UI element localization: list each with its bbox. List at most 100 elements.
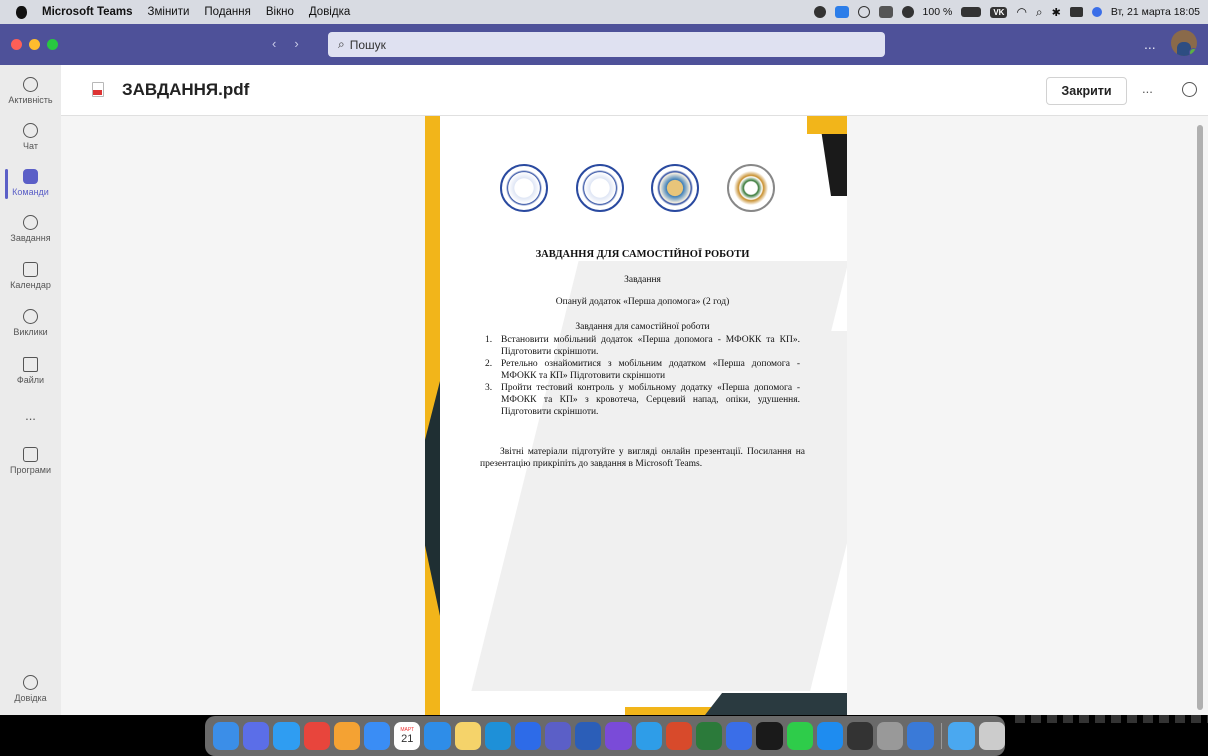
rail-item-activity[interactable]: Активність bbox=[0, 77, 61, 105]
app-icon[interactable] bbox=[635, 722, 662, 750]
telegram-icon[interactable] bbox=[424, 722, 451, 750]
notes-icon[interactable] bbox=[454, 722, 481, 750]
rail-label: Файли bbox=[16, 375, 45, 385]
bluetooth-icon[interactable]: ✱ bbox=[1052, 6, 1061, 19]
keyboard-layout[interactable]: VK bbox=[990, 6, 1008, 18]
safari-icon[interactable] bbox=[273, 722, 300, 750]
file-icon bbox=[23, 357, 38, 372]
rail-item-chat[interactable]: Чат bbox=[0, 123, 61, 151]
rail-item-teams[interactable]: Команди bbox=[0, 169, 61, 199]
status-blue-icon[interactable] bbox=[834, 6, 849, 18]
rail-item-assignments[interactable]: Завдання bbox=[0, 215, 61, 243]
pdf-file-icon bbox=[92, 82, 104, 97]
app-icon[interactable] bbox=[756, 722, 783, 750]
downloads-folder-icon[interactable] bbox=[948, 722, 975, 750]
rail-label: Довідка bbox=[14, 693, 47, 703]
scrollbar[interactable] bbox=[1197, 125, 1203, 710]
page-decoration bbox=[705, 693, 847, 715]
apple-icon[interactable] bbox=[16, 5, 27, 19]
university-seal-logo bbox=[500, 164, 548, 212]
battery-icon[interactable] bbox=[961, 7, 982, 17]
page-decoration bbox=[625, 707, 715, 715]
bell-icon bbox=[23, 77, 38, 92]
pdf-page: ЗАВДАННЯ ДЛЯ САМОСТІЙНОЇ РОБОТИ Завдання… bbox=[425, 116, 847, 715]
app-store-icon[interactable] bbox=[816, 722, 843, 750]
launchpad-icon[interactable] bbox=[243, 722, 270, 750]
word-icon[interactable] bbox=[575, 722, 602, 750]
chrome-icon[interactable] bbox=[303, 722, 330, 750]
phone-icon bbox=[23, 309, 38, 324]
menu-window[interactable]: Вікно bbox=[266, 6, 294, 18]
rail-item-files[interactable]: Файли bbox=[0, 357, 61, 385]
control-center-icon[interactable] bbox=[1069, 7, 1083, 17]
rail-item-more[interactable]: ... bbox=[0, 408, 61, 423]
siri-icon[interactable] bbox=[1091, 7, 1102, 17]
search-input[interactable]: ⌕ Пошук bbox=[328, 32, 885, 57]
maps-icon[interactable] bbox=[484, 722, 511, 750]
conversation-icon[interactable] bbox=[1182, 82, 1197, 97]
search-icon[interactable]: ⌕ bbox=[1036, 5, 1043, 20]
rail-item-calendar[interactable]: Календар bbox=[0, 262, 61, 290]
help-icon bbox=[23, 675, 38, 690]
back-arrow-icon[interactable]: ‹ bbox=[272, 36, 276, 51]
rail-label: Активність bbox=[8, 95, 53, 105]
menu-edit[interactable]: Змінити bbox=[148, 6, 190, 18]
more-options-icon[interactable]: ... bbox=[1144, 36, 1156, 52]
calculator-icon[interactable] bbox=[846, 722, 874, 750]
close-button[interactable]: Закрити bbox=[1046, 77, 1127, 105]
task-list: 1. Встановити мобільний додаток «Перша до… bbox=[485, 334, 800, 418]
app-rail: Активність Чат Команди Завдання Календар… bbox=[0, 65, 61, 715]
window-controls bbox=[0, 39, 58, 50]
viewer-header: ЗАВДАННЯ.pdf Закрити ... bbox=[61, 65, 1208, 116]
calendar-day: 21 bbox=[401, 733, 414, 745]
avatar[interactable] bbox=[1171, 30, 1197, 56]
calendar-app-icon[interactable]: МАРТ 21 bbox=[394, 722, 421, 750]
technical-seal-logo bbox=[726, 164, 775, 212]
forward-arrow-icon[interactable]: › bbox=[294, 36, 298, 51]
close-window-button[interactable] bbox=[11, 39, 22, 50]
menu-help[interactable]: Довідка bbox=[309, 6, 350, 18]
system-settings-icon[interactable] bbox=[877, 722, 904, 750]
minimize-window-button[interactable] bbox=[29, 39, 40, 50]
app-icon[interactable] bbox=[605, 722, 632, 750]
more-options-icon[interactable]: ... bbox=[1142, 81, 1153, 96]
zoom-window-button[interactable] bbox=[47, 39, 58, 50]
preview-icon[interactable] bbox=[907, 722, 934, 750]
rail-item-calls[interactable]: Виклики bbox=[0, 309, 61, 337]
whatsapp-icon[interactable] bbox=[786, 722, 813, 750]
document-footer: Звітні матеріали підготуйте у вигляді он… bbox=[480, 447, 805, 469]
calendar-icon bbox=[23, 262, 38, 277]
datetime[interactable]: Вт, 21 марта 18:05 bbox=[1111, 6, 1200, 18]
teams-titlebar: ‹ › ⌕ Пошук ... bbox=[0, 24, 1208, 65]
institute-seal-logo bbox=[575, 164, 624, 212]
photos-icon[interactable] bbox=[333, 722, 360, 750]
wifi-icon[interactable]: ◠ bbox=[1016, 5, 1026, 19]
battery-percent: 100 % bbox=[922, 6, 953, 18]
teams-icon bbox=[23, 169, 38, 184]
teams-app-icon[interactable] bbox=[545, 722, 572, 750]
finder-icon[interactable] bbox=[213, 722, 240, 750]
powerpoint-icon[interactable] bbox=[665, 722, 692, 750]
rail-label: Виклики bbox=[13, 327, 48, 337]
menu-view[interactable]: Подання bbox=[204, 6, 250, 18]
rail-label: Календар bbox=[10, 280, 51, 290]
shield-icon[interactable] bbox=[857, 6, 870, 18]
app-icon[interactable] bbox=[726, 722, 753, 750]
status-extra-icon[interactable] bbox=[901, 6, 914, 18]
document-title: ЗАВДАННЯ ДЛЯ САМОСТІЙНОЇ РОБОТИ bbox=[535, 249, 750, 260]
rail-item-apps[interactable]: Програми bbox=[0, 447, 61, 475]
app-menu[interactable]: Microsoft Teams bbox=[42, 6, 133, 18]
macos-menubar: Microsoft Teams Змінити Подання Вікно До… bbox=[0, 0, 1208, 24]
rail-item-help[interactable]: Довідка bbox=[0, 675, 61, 703]
dock-divider bbox=[940, 723, 942, 749]
rail-label: Команди bbox=[12, 187, 49, 197]
dropbox-icon[interactable] bbox=[878, 6, 893, 18]
list-item: 3. Пройти тестовий контроль у мобільному … bbox=[485, 383, 800, 417]
status-app-icon[interactable] bbox=[813, 6, 826, 18]
mail-icon[interactable] bbox=[363, 722, 391, 750]
task-text: Ретельно ознайомитися з мобільним додатк… bbox=[501, 359, 800, 381]
app-icon[interactable] bbox=[696, 722, 723, 750]
rail-label: Програми bbox=[10, 465, 51, 475]
trash-icon[interactable] bbox=[978, 722, 1005, 750]
zoom-icon[interactable] bbox=[514, 722, 542, 750]
